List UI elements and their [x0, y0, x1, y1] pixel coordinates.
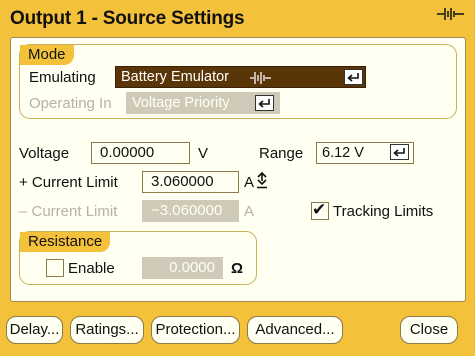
enter-key-icon [344, 69, 363, 85]
battery-symbol-icon [250, 72, 271, 84]
positive-current-limit-unit: A [244, 174, 255, 191]
negative-current-limit-unit: A [244, 203, 255, 220]
voltage-unit: V [198, 145, 209, 162]
operating-in-dropdown: Voltage Priority [126, 92, 280, 114]
positive-current-limit-label: + Current Limit [19, 174, 118, 191]
enter-key-icon [390, 144, 409, 160]
close-button[interactable]: Close [400, 316, 458, 344]
title-bar: Output 1 - Source Settings [0, 0, 475, 36]
step-arrows-icon[interactable] [256, 172, 268, 189]
resistance-enable-checkbox[interactable] [46, 259, 64, 277]
range-value: 6.12 V [322, 145, 364, 161]
range-label: Range [259, 145, 304, 162]
ratings-button[interactable]: Ratings... [70, 316, 144, 344]
range-dropdown[interactable]: 6.12 V [316, 142, 414, 164]
negative-current-limit-input: −3.060000 [142, 200, 239, 222]
operating-in-label: Operating In [29, 95, 112, 112]
resistance-input: 0.0000 [142, 257, 223, 279]
negative-current-limit-label: – Current Limit [19, 203, 118, 220]
emulating-value: Battery Emulator [121, 69, 229, 85]
delay-button[interactable]: Delay... [6, 316, 63, 344]
resistance-unit: Ω [231, 260, 244, 277]
mode-group-label: Mode [20, 45, 74, 65]
advanced-button[interactable]: Advanced... [247, 316, 343, 344]
battery-symbol-icon [437, 8, 464, 20]
voltage-label: Voltage [19, 145, 70, 162]
tracking-limits-label: Tracking Limits [333, 203, 434, 220]
operating-in-value: Voltage Priority [132, 95, 230, 111]
tracking-limits-checkbox[interactable]: ✔ [311, 200, 329, 220]
checkmark-icon: ✔ [312, 200, 327, 219]
resistance-group-label: Resistance [20, 232, 111, 252]
positive-current-limit-input[interactable]: 3.060000 [142, 171, 239, 193]
enter-key-icon [255, 95, 274, 111]
settings-panel: Mode Emulating Battery Emulator Operatin… [10, 37, 466, 302]
emulating-label: Emulating [29, 69, 96, 86]
mode-group: Mode Emulating Battery Emulator Operatin… [19, 44, 457, 119]
voltage-input[interactable]: 0.00000 [91, 142, 190, 164]
resistance-enable-label: Enable [68, 260, 115, 277]
protection-button[interactable]: Protection... [151, 316, 240, 344]
emulating-dropdown[interactable]: Battery Emulator [115, 66, 366, 88]
resistance-group: Resistance Enable 0.0000 Ω [19, 231, 257, 285]
window-title: Output 1 - Source Settings [10, 8, 245, 29]
